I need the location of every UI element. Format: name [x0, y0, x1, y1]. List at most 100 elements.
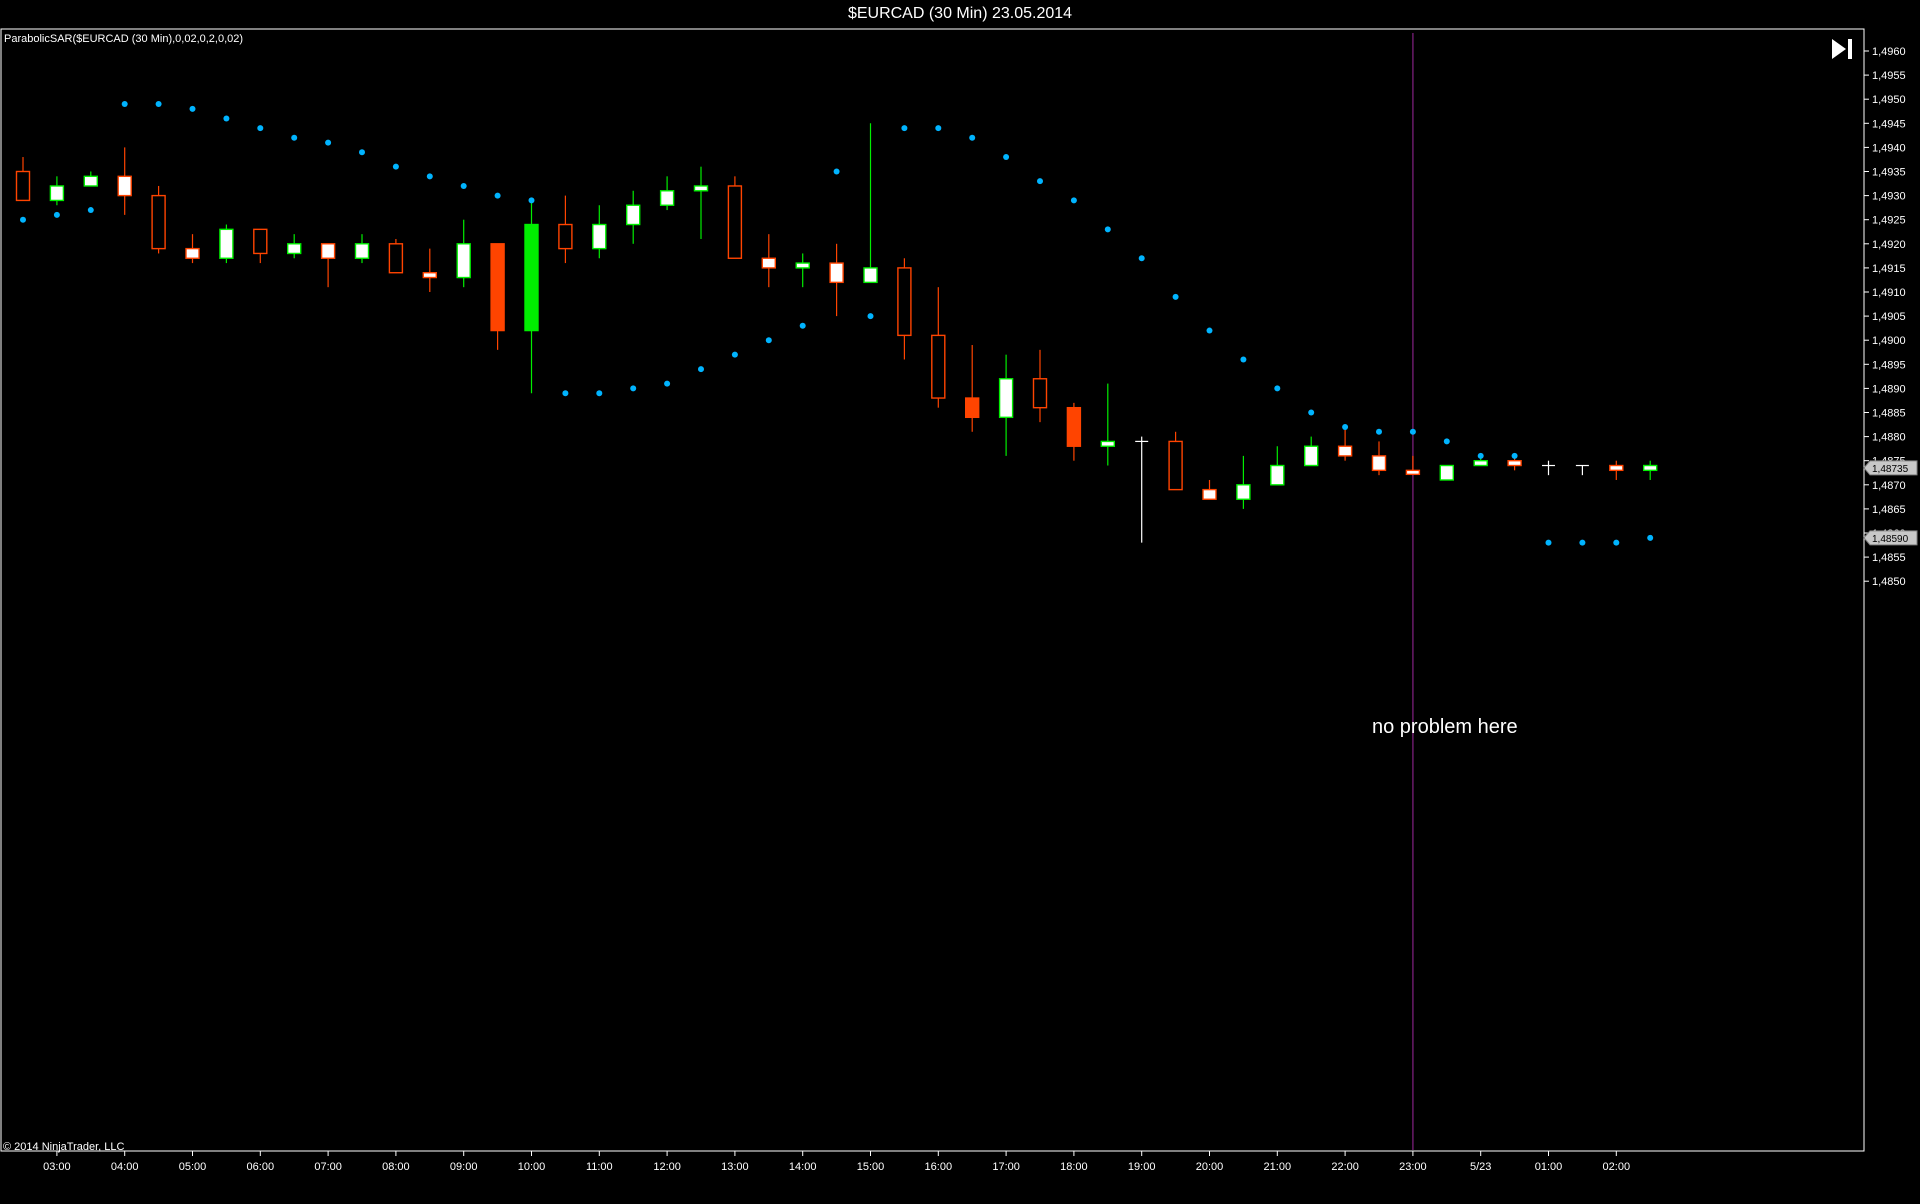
time-tick-label: 04:00 [111, 1161, 139, 1173]
candle [219, 224, 234, 264]
window-title: $EURCAD (30 Min) 23.05.2014 [847, 5, 1073, 22]
price-tick-label: 1,4905 [1872, 311, 1906, 323]
candle [1439, 464, 1455, 481]
price-tick-label: 1,4865 [1872, 504, 1906, 516]
time-tick-label: 09:00 [450, 1161, 478, 1173]
candle-body [185, 247, 200, 259]
price-tick-label: 1,4910 [1872, 287, 1906, 299]
sar-dot [528, 197, 535, 204]
candle-body [490, 243, 505, 332]
candle-body [1270, 464, 1285, 486]
candle-body [659, 190, 675, 206]
sar-dot [630, 385, 637, 392]
candle [1032, 349, 1048, 423]
price-markers-layer: 1,48735 1,48590 [1863, 460, 1918, 546]
candle-body [287, 243, 302, 255]
time-tick-label: 05:00 [179, 1161, 207, 1173]
price-marker-label: 1,48590 [1872, 534, 1909, 545]
candle-body [354, 243, 370, 259]
price-tick-label: 1,4855 [1872, 552, 1906, 564]
candle-body [15, 170, 31, 202]
sar-dot [1240, 356, 1247, 363]
sar-dot [1443, 438, 1450, 445]
candle-body [49, 185, 65, 202]
sar-dot [1477, 452, 1484, 459]
time-tick-label: 10:00 [518, 1161, 546, 1173]
sar-dot [291, 134, 298, 141]
sar-dot [698, 366, 704, 373]
sar-dot [596, 390, 603, 397]
time-tick-label: 07:00 [314, 1161, 342, 1173]
candle-body [931, 334, 946, 399]
time-tick-label: 17:00 [992, 1161, 1020, 1173]
candle [795, 253, 810, 288]
sar-dot [562, 390, 569, 397]
candle [15, 157, 31, 202]
time-tick-label: 01:00 [1535, 1161, 1563, 1173]
chart-annotation: no problem here [1372, 716, 1518, 738]
candle [727, 176, 743, 259]
sar-dot [1070, 197, 1077, 204]
price-tick-label: 1,4955 [1872, 70, 1906, 82]
candle-body [1405, 469, 1421, 476]
indicator-label: ParabolicSAR($EURCAD (30 Min),0,02,0,2,0… [4, 33, 244, 45]
candle [693, 166, 709, 239]
candle-body [897, 267, 912, 337]
candle-body [151, 194, 166, 250]
sar-dot [20, 216, 26, 223]
candle [1236, 455, 1251, 509]
sar-dot [1647, 534, 1654, 541]
candle [1405, 455, 1421, 476]
candle [1542, 460, 1555, 476]
sar-dot [121, 101, 128, 108]
time-tick-label: 02:00 [1603, 1161, 1631, 1173]
candle [1135, 436, 1149, 543]
price-tick-label: 1,4880 [1872, 432, 1906, 444]
candle [320, 243, 336, 288]
candle-body [592, 223, 607, 250]
candle-body [1609, 464, 1624, 472]
candle-body [83, 175, 99, 187]
candle-body [219, 228, 234, 259]
candle [185, 234, 200, 264]
candle-body [1337, 445, 1353, 457]
candle [659, 176, 675, 211]
sar-dot [155, 101, 162, 108]
sar-dot [53, 211, 60, 218]
chart-panel[interactable]: 1,4960 1,4955 1,4950 1,4945 1,4940 1,4935 1,49… [0, 28, 1920, 1199]
candle [1168, 431, 1183, 491]
price-axis[interactable]: 1,4960 1,4955 1,4950 1,4945 1,4940 1,4935 1,49… [1864, 46, 1906, 588]
plot-area-border [0, 28, 1865, 1152]
sar-dot [664, 380, 671, 387]
price-tick-label: 1,4950 [1872, 94, 1906, 106]
candle-body [626, 204, 641, 226]
candle [558, 195, 573, 264]
candle [998, 354, 1014, 456]
price-tick-label: 1,4895 [1872, 359, 1906, 371]
time-tick-label: 23:00 [1399, 1161, 1427, 1173]
candle [1575, 464, 1589, 476]
candle-body [1032, 378, 1048, 409]
candle-body [456, 243, 471, 279]
sar-dot [257, 125, 264, 132]
scroll-to-end-icon[interactable] [1828, 36, 1856, 62]
sar-dot [87, 207, 94, 214]
candle [1337, 426, 1353, 461]
candle [1066, 402, 1082, 461]
price-tick-label: 1,4915 [1872, 263, 1906, 275]
candle-body [998, 378, 1014, 419]
sar-dot [1172, 293, 1179, 300]
price-marker: 1,48735 [1863, 460, 1918, 476]
price-tick-label: 1,4870 [1872, 480, 1906, 492]
candle-body [524, 223, 539, 332]
price-chart[interactable]: 1,4960 1,4955 1,4950 1,4945 1,4940 1,4935 1,49… [0, 28, 1920, 1199]
time-tick-label: 11:00 [586, 1161, 613, 1173]
copyright-text: © 2014 NinjaTrader, LLC [3, 1141, 125, 1153]
time-axis[interactable]: 03:00 04:00 05:00 06:00 07:00 08:00 09:00 10:00… [43, 1151, 1630, 1173]
candle [931, 287, 946, 408]
candle [253, 228, 268, 264]
candle [388, 238, 404, 274]
sar-dot [935, 125, 942, 132]
price-tick-label: 1,4935 [1872, 167, 1906, 179]
time-tick-label: 21:00 [1264, 1161, 1292, 1173]
